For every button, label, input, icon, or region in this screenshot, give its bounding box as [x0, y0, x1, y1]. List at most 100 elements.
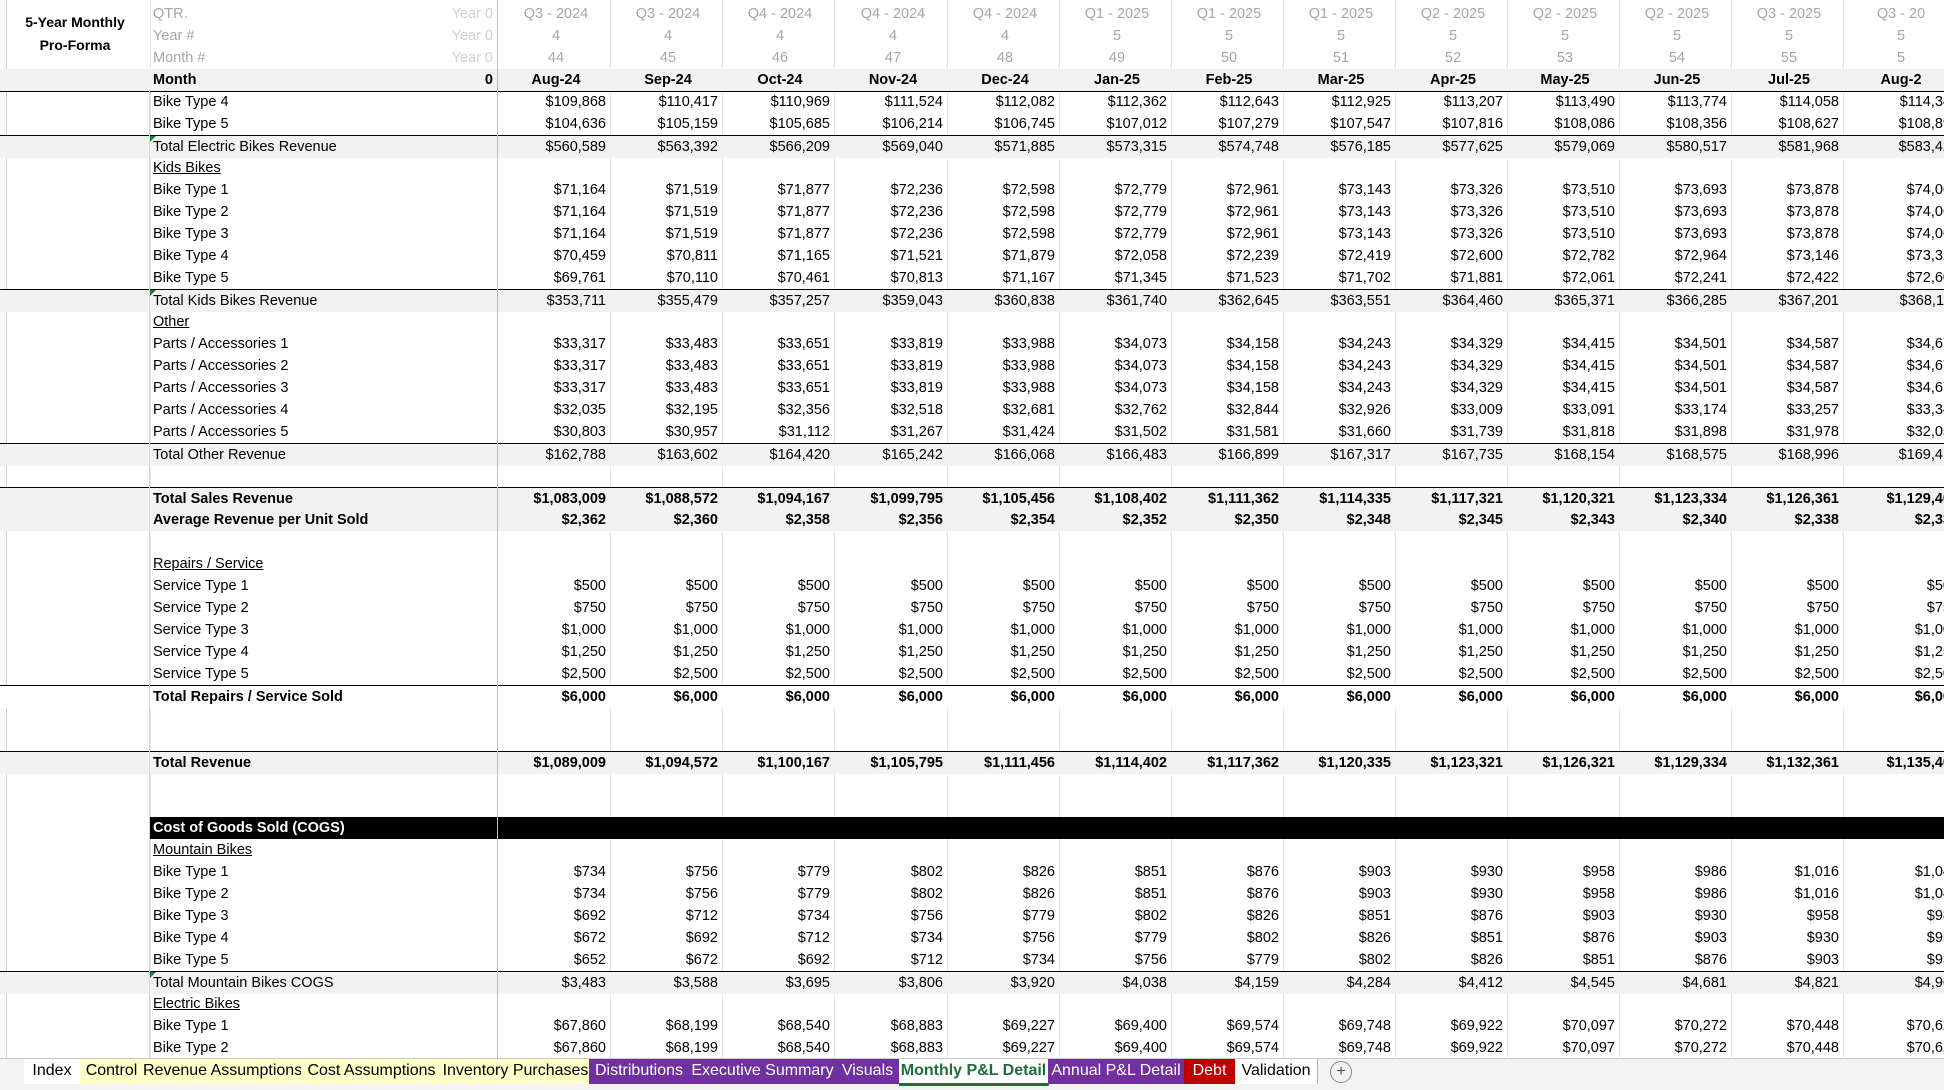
value-cell: $750: [1358, 600, 1391, 616]
value-cell: $33,257: [1786, 402, 1839, 418]
header-cell: 46: [771, 50, 789, 66]
row-label: [152, 729, 493, 751]
value-cell: $903: [1694, 930, 1727, 946]
value-cell: $30,803: [553, 424, 606, 440]
table-row: Service Type 1 $500 $500 $500 $500 $500 $500 $5…: [0, 575, 1944, 597]
value-cell: $69,761: [553, 270, 606, 286]
value-cell: $876: [1582, 930, 1615, 946]
value-cell: $363,551: [1330, 293, 1391, 309]
value-cell: $34,67: [1906, 358, 1944, 374]
value-cell: $69,922: [1450, 1040, 1503, 1056]
value-cell: $114,058: [1779, 94, 1839, 110]
header-cell: 50: [1220, 50, 1238, 66]
value-cell: $34,501: [1674, 380, 1727, 396]
blank-row: [0, 773, 1944, 795]
value-cell: $930: [1470, 864, 1503, 880]
value-cell: $34,158: [1226, 358, 1279, 374]
value-cell: $1,000: [1010, 622, 1055, 638]
value-cell: $73,693: [1674, 204, 1727, 220]
total-row: Total Mountain Bikes COGS $3,483 $3,588 $3,…: [0, 971, 1944, 994]
value-cell: $4,545: [1570, 975, 1615, 991]
value-cell: $2,500: [1346, 666, 1391, 682]
value-cell: $6,000: [1234, 689, 1279, 705]
value-cell: $67,860: [553, 1018, 606, 1034]
value-cell: $34,587: [1786, 380, 1839, 396]
value-cell: $580,517: [1666, 139, 1727, 155]
value-cell: $1,000: [1122, 622, 1167, 638]
tab-distributions[interactable]: Distributions: [589, 1059, 690, 1084]
value-cell: $72,779: [1114, 182, 1167, 198]
value-cell: $756: [685, 864, 718, 880]
value-cell: $71,702: [1338, 270, 1391, 286]
value-cell: $112,643: [1219, 94, 1279, 110]
tab-monthly-p-l-detail[interactable]: Monthly P&L Detail: [899, 1059, 1049, 1086]
value-cell: $32,035: [553, 402, 606, 418]
header-cell: Sep-24: [644, 72, 692, 88]
value-cell: $69,748: [1338, 1018, 1391, 1034]
value-cell: $34,158: [1226, 380, 1279, 396]
value-cell: $1,000: [1346, 622, 1391, 638]
value-cell: $6,00: [1914, 689, 1944, 705]
tab-index[interactable]: Index: [24, 1059, 81, 1084]
tab-executive-summary[interactable]: Executive Summary: [689, 1059, 837, 1084]
header-cell: Nov-24: [868, 72, 918, 88]
value-cell: $6,000: [673, 689, 718, 705]
value-cell: $69,227: [1002, 1018, 1055, 1034]
value-cell: $73,143: [1338, 226, 1391, 242]
value-cell: $6,000: [1010, 689, 1055, 705]
value-cell: $1,094,167: [757, 491, 830, 507]
row-label: Total Revenue: [153, 755, 252, 771]
section-header: Kids Bikes: [0, 157, 1944, 179]
value-cell: $34,243: [1338, 358, 1391, 374]
value-cell: $34,415: [1562, 380, 1615, 396]
value-cell: $70,448: [1786, 1018, 1839, 1034]
value-cell: $110,417: [658, 94, 718, 110]
value-cell: $2,500: [1794, 666, 1839, 682]
value-cell: $32,05: [1906, 424, 1944, 440]
value-cell: $2,356: [898, 512, 943, 528]
header-cell: 5: [1224, 28, 1234, 44]
value-cell: $560,589: [545, 139, 606, 155]
value-cell: $2,500: [1010, 666, 1055, 682]
value-cell: $34,243: [1338, 336, 1391, 352]
value-cell: $1,132,361: [1766, 755, 1839, 771]
value-cell: $2,345: [1458, 512, 1503, 528]
blank-row: [0, 729, 1944, 751]
tab-visuals[interactable]: Visuals: [836, 1059, 900, 1084]
row-label: Total Electric Bikes Revenue: [153, 139, 337, 155]
value-cell: $72,600: [1450, 248, 1503, 264]
plus-circle-icon[interactable]: +: [1330, 1061, 1352, 1083]
value-cell: $692: [797, 952, 830, 968]
tab-inventory-purchases[interactable]: Inventory Purchases: [442, 1059, 590, 1084]
value-cell: $672: [573, 930, 606, 946]
tab-annual-p-l-detail[interactable]: Annual P&L Detail: [1048, 1059, 1185, 1084]
header-cell: 47: [884, 50, 902, 66]
value-cell: $1,250: [673, 644, 718, 660]
value-cell: $563,392: [657, 139, 718, 155]
table-row: Bike Type 1 $71,164 $71,519 $71,877 $72,236 $…: [0, 179, 1944, 201]
header-row-year: Year # Year 04444455555555: [0, 25, 1944, 47]
header-row-month-num: Month # Year 0 44 45 46 47 48 49 50 51 52 53 54 55 5: [0, 47, 1944, 69]
header-cell: Q1 - 2025: [1196, 6, 1262, 22]
value-cell: $72,782: [1562, 248, 1615, 264]
value-cell: $34,587: [1786, 336, 1839, 352]
total-row: Total Kids Bikes Revenue $353,711 $355,479…: [0, 289, 1944, 312]
tab-revenue-assumptions[interactable]: Revenue Assumptions: [143, 1059, 302, 1084]
tab-validation[interactable]: Validation: [1235, 1059, 1318, 1084]
header-row-month: Month 0 Aug-24 Sep-24 Oct-24 Nov-24 Dec-24 Jan-…: [0, 69, 1944, 92]
value-cell: $1,089,009: [533, 755, 606, 771]
value-cell: $903: [1806, 952, 1839, 968]
row-label: Parts / Accessories 2: [153, 358, 289, 374]
value-cell: $652: [573, 952, 606, 968]
value-cell: $1,04: [1914, 864, 1944, 880]
header-cell: 45: [659, 50, 677, 66]
value-cell: $74,06: [1906, 204, 1944, 220]
tab-control[interactable]: Control: [80, 1059, 144, 1084]
value-cell: $930: [1694, 908, 1727, 924]
header-cell: Jun-25: [1653, 72, 1701, 88]
value-cell: $71,519: [665, 204, 718, 220]
value-cell: $734: [797, 908, 830, 924]
value-cell: $357,257: [769, 293, 830, 309]
tab-debt[interactable]: Debt: [1184, 1059, 1236, 1084]
tab-cost-assumptions[interactable]: Cost Assumptions: [301, 1059, 443, 1084]
